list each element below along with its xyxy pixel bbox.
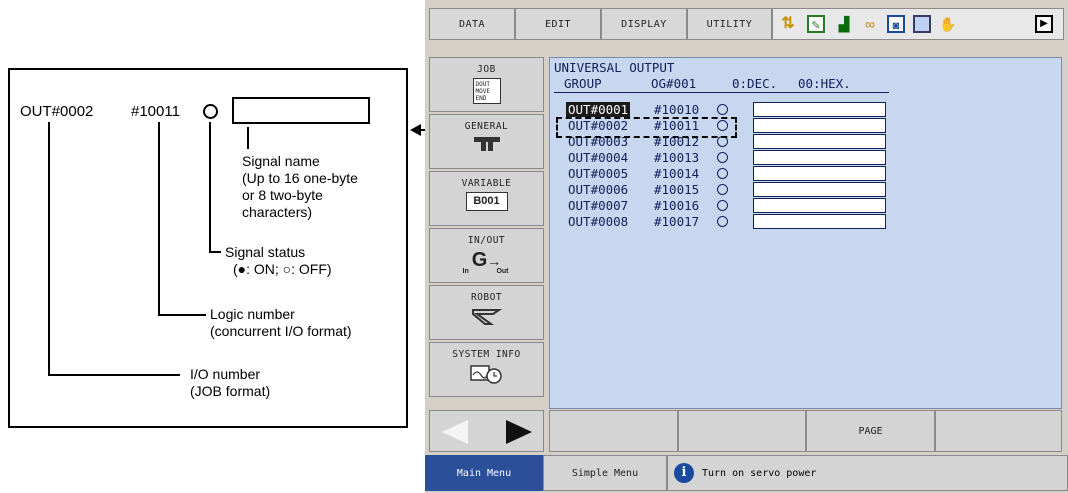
monitor-icon[interactable] <box>913 15 931 33</box>
sidebar-item-system-info[interactable]: SYSTEM INFO <box>429 342 544 397</box>
status-circle <box>717 168 728 179</box>
logic-number: #10014 <box>654 166 700 181</box>
group-label: GROUP <box>564 76 602 91</box>
system-info-icon <box>469 363 505 385</box>
sidebar-item-job[interactable]: JOB DOUT MOVE END <box>429 57 544 112</box>
signal-name-field[interactable] <box>753 118 886 133</box>
sort-arrows-icon[interactable]: ⇅ <box>779 15 797 33</box>
sidebar-item-in-out[interactable]: IN/OUT G→ In Out <box>429 228 544 283</box>
function-key-2[interactable] <box>678 410 806 452</box>
next-arrow-icon[interactable] <box>506 420 532 444</box>
hand-icon[interactable]: ✋ <box>939 15 957 33</box>
pendant-ui: DATA EDIT DISPLAY UTILITY ⇅ ✎ ▟ ∞ ◙ ✋ ▶ … <box>425 0 1068 493</box>
info-icon: i <box>674 463 694 483</box>
callout-arrowhead <box>410 124 421 136</box>
table-row[interactable]: OUT#0005 #10014 <box>550 166 1061 182</box>
cycle-icon[interactable]: ∞ <box>861 15 879 33</box>
job-icon: DOUT MOVE END <box>472 78 501 104</box>
menu-display[interactable]: DISPLAY <box>601 8 687 40</box>
table-row[interactable]: OUT#0008 #10017 <box>550 214 1061 230</box>
status-message: Turn on servo power <box>702 467 817 479</box>
page-flag-icon[interactable]: ▶ <box>1035 15 1053 33</box>
signal-name-field[interactable] <box>753 214 886 229</box>
toolbar-icons: ⇅ ✎ ▟ ∞ ◙ ✋ ▶ <box>772 8 1064 40</box>
main-menu-button[interactable]: Main Menu <box>425 455 543 491</box>
simple-menu-button[interactable]: Simple Menu <box>543 455 667 491</box>
nav-arrows <box>429 410 544 452</box>
logic-number: #10013 <box>654 150 700 165</box>
status-circle <box>717 216 728 227</box>
menu-data[interactable]: DATA <box>429 8 515 40</box>
io-number: OUT#0007 <box>568 198 629 213</box>
signal-name-field[interactable] <box>753 102 886 117</box>
signal-name-field[interactable] <box>753 166 886 181</box>
io-number: OUT#0004 <box>568 150 629 165</box>
signal-status-caption: Signal status (●: ON; ○: OFF) <box>225 244 332 277</box>
variable-icon: B001 <box>465 192 508 211</box>
screen-title: UNIVERSAL OUTPUT <box>554 60 675 75</box>
in-out-icon: G→ In Out <box>462 249 509 275</box>
status-circle <box>717 200 728 211</box>
logic-number: #10015 <box>654 182 700 197</box>
header-underline <box>554 92 889 93</box>
disk-icon[interactable]: ◙ <box>887 15 905 33</box>
sample-io-number: OUT#0002 <box>20 103 94 120</box>
signal-name-field[interactable] <box>753 150 886 165</box>
group-value: OG#001 <box>651 76 697 91</box>
function-key-4[interactable] <box>935 410 1062 452</box>
signal-name-field[interactable] <box>753 134 886 149</box>
hex-value: 00:HEX. <box>798 76 851 91</box>
status-circle <box>717 184 728 195</box>
logic-number: #10016 <box>654 198 700 213</box>
table-row[interactable]: OUT#0006 #10015 <box>550 182 1061 198</box>
io-number: OUT#0001 <box>566 102 631 117</box>
status-circle <box>717 152 728 163</box>
status-circle <box>717 104 728 115</box>
io-number: OUT#0006 <box>568 182 629 197</box>
io-number: OUT#0005 <box>568 166 629 181</box>
logic-number: #10010 <box>654 102 700 117</box>
signal-name-field[interactable] <box>753 198 886 213</box>
general-icon <box>472 135 502 153</box>
signal-chart-icon[interactable]: ▟ <box>835 15 853 33</box>
message-area: i Turn on servo power <box>667 455 1068 491</box>
signal-name-caption: Signal name (Up to 16 one-byte or 8 two-… <box>242 153 358 220</box>
sidebar-item-general[interactable]: GENERAL <box>429 114 544 169</box>
menu-edit[interactable]: EDIT <box>515 8 601 40</box>
logic-number-caption: Logic number (concurrent I/O format) <box>210 306 352 339</box>
io-number-caption: I/O number (JOB format) <box>190 366 271 399</box>
table-row[interactable]: OUT#0001 #10010 <box>550 102 1061 118</box>
universal-output-screen: UNIVERSAL OUTPUT GROUP OG#001 0:DEC. 00:… <box>549 57 1062 409</box>
annotation-panel: OUT#0002 #10011 Signal name (Up to 16 on… <box>8 68 408 428</box>
dec-value: 0:DEC. <box>732 76 778 91</box>
menu-utility[interactable]: UTILITY <box>687 8 772 40</box>
sidebar-item-robot[interactable]: ROBOT <box>429 285 544 340</box>
robot-icon <box>469 306 505 328</box>
table-row[interactable]: OUT#0004 #10013 <box>550 150 1061 166</box>
row-highlight <box>556 117 737 138</box>
sidebar-item-variable[interactable]: VARIABLE B001 <box>429 171 544 226</box>
page-button[interactable]: PAGE <box>806 410 935 452</box>
signal-name-field[interactable] <box>753 182 886 197</box>
io-number: OUT#0008 <box>568 214 629 229</box>
logic-number: #10017 <box>654 214 700 229</box>
prev-arrow-icon[interactable] <box>442 420 468 444</box>
table-row[interactable]: OUT#0007 #10016 <box>550 198 1061 214</box>
sample-status-circle <box>203 104 218 119</box>
sample-logic-number: #10011 <box>131 103 180 120</box>
sample-name-box <box>232 97 370 124</box>
edit-lock-icon[interactable]: ✎ <box>807 15 825 33</box>
function-key-1[interactable] <box>549 410 678 452</box>
